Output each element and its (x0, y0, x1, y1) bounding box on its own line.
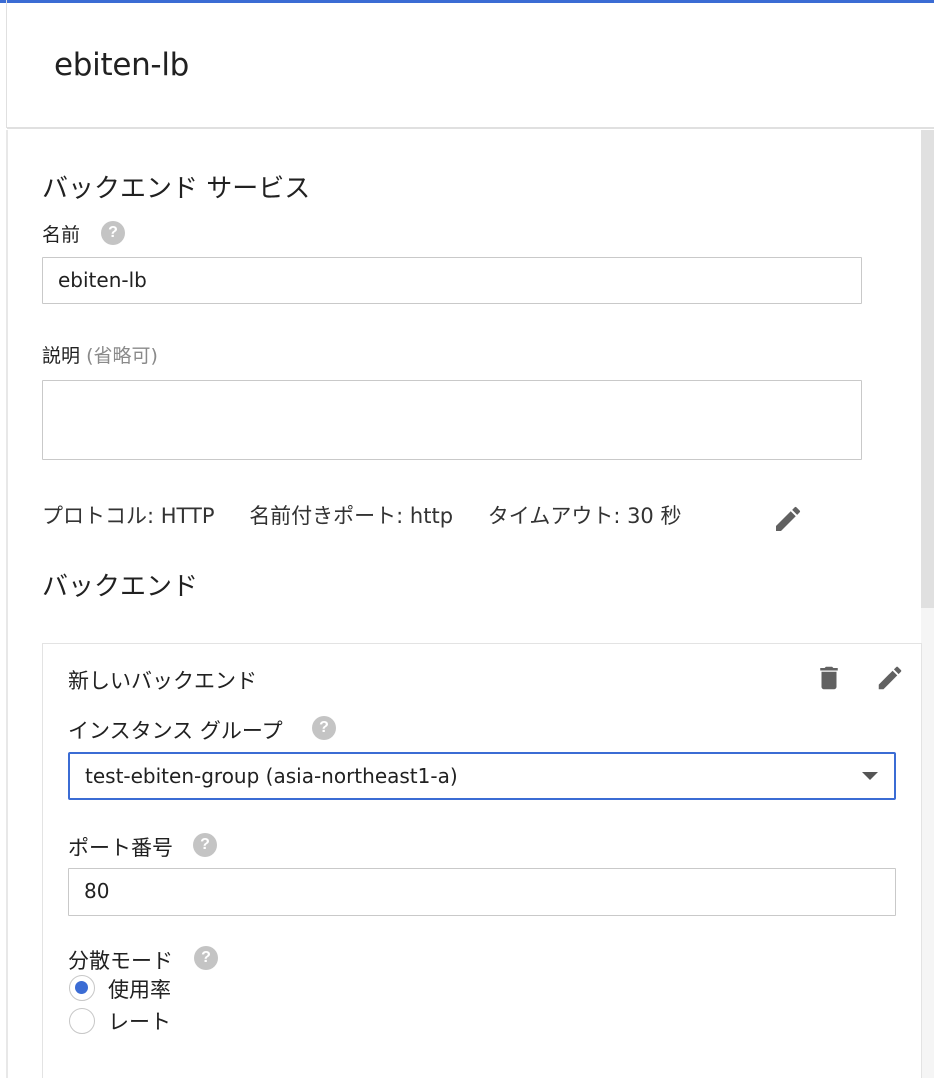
radio-utilization[interactable] (69, 975, 95, 1001)
page-header: ebiten-lb (7, 3, 934, 129)
instance-group-value: test-ebiten-group (asia-northeast1-a) (85, 764, 458, 788)
backend-service-heading: バックエンド サービス (42, 174, 311, 204)
page-title: ebiten-lb (54, 47, 190, 83)
instance-group-select[interactable]: test-ebiten-group (asia-northeast1-a) (68, 752, 896, 800)
edit-icon[interactable] (772, 503, 804, 535)
radio-rate[interactable] (69, 1008, 95, 1034)
radio-utilization-label[interactable]: 使用率 (108, 974, 171, 1004)
dropdown-caret-icon (862, 772, 878, 780)
description-label-text: 説明 (42, 345, 81, 367)
help-icon[interactable]: ? (193, 833, 217, 857)
protocol-text: プロトコル: HTTP (42, 504, 215, 528)
help-icon[interactable]: ? (194, 946, 218, 970)
backends-heading: バックエンド (42, 572, 199, 602)
protocol-summary: プロトコル: HTTP 名前付きポート: http タイムアウト: 30 秒 (42, 500, 709, 530)
balancing-mode-label: 分散モード (68, 949, 173, 973)
delete-icon[interactable] (814, 663, 844, 693)
description-label: 説明 (省略可) (42, 341, 158, 368)
backend-card-title: 新しいバックエンド (68, 669, 257, 693)
help-icon[interactable]: ? (312, 716, 336, 740)
left-divider-lower (6, 130, 8, 1078)
port-number-input[interactable]: 80 (68, 868, 896, 916)
instance-group-label: インスタンス グループ (68, 719, 283, 743)
backend-config-panel: ebiten-lb バックエンド サービス 名前 ? ebiten-lb 説明 … (0, 0, 934, 1078)
name-input[interactable]: ebiten-lb (42, 257, 862, 304)
scrollbar-thumb[interactable] (921, 130, 934, 608)
description-optional-text: (省略可) (86, 345, 158, 367)
named-port-text: 名前付きポート: http (249, 504, 454, 528)
help-icon[interactable]: ? (101, 221, 125, 245)
port-number-label: ポート番号 (68, 836, 173, 860)
backend-card (42, 643, 922, 1078)
radio-rate-label[interactable]: レート (108, 1006, 171, 1036)
description-textarea[interactable] (42, 380, 862, 460)
edit-backend-icon[interactable] (875, 663, 905, 693)
name-label: 名前 (42, 224, 81, 246)
timeout-text: タイムアウト: 30 秒 (487, 504, 682, 528)
